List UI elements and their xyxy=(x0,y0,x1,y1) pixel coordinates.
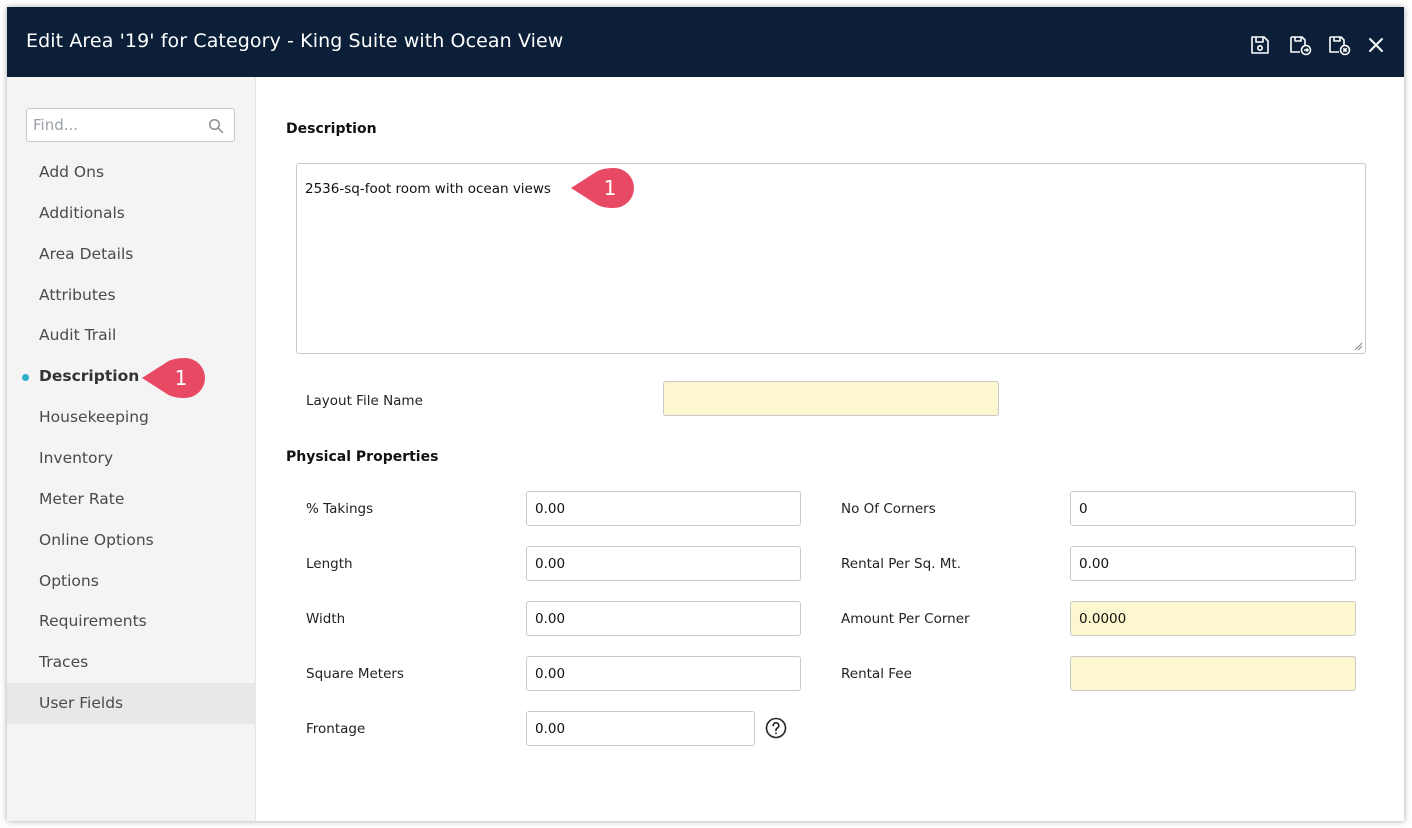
rental-fee-field[interactable] xyxy=(1070,656,1356,691)
layout-file-name-field[interactable] xyxy=(663,381,999,416)
save-and-new-icon[interactable] xyxy=(1288,33,1312,57)
no-of-corners-field[interactable]: 0 xyxy=(1070,491,1356,526)
sidebar-item-housekeeping[interactable]: Housekeeping xyxy=(7,397,256,438)
find-box xyxy=(26,108,235,142)
length-value: 0.00 xyxy=(535,556,566,572)
callout-number: 1 xyxy=(174,366,188,390)
no-of-corners-value: 0 xyxy=(1079,501,1088,517)
amount-per-corner-value: 0.0000 xyxy=(1079,611,1127,627)
square-meters-label: Square Meters xyxy=(306,666,404,682)
sidebar-item-user-fields[interactable]: User Fields xyxy=(7,683,256,724)
sidebar-item-label: Audit Trail xyxy=(39,326,117,344)
square-meters-value: 0.00 xyxy=(535,666,566,682)
sidebar-item-traces[interactable]: Traces xyxy=(7,642,256,683)
rental-per-sq-mt-value: 0.00 xyxy=(1079,556,1110,572)
width-label: Width xyxy=(306,611,346,627)
find-input[interactable] xyxy=(33,115,203,135)
sidebar-item-label: Area Details xyxy=(39,245,134,263)
sidebar-item-inventory[interactable]: Inventory xyxy=(7,438,256,479)
sidebar-item-description[interactable]: Description xyxy=(7,356,256,397)
sidebar-item-label: Meter Rate xyxy=(39,490,125,508)
sidebar-item-label: Add Ons xyxy=(39,163,105,181)
width-field[interactable]: 0.00 xyxy=(526,601,801,636)
sidebar-item-label: Description xyxy=(39,367,140,385)
description-text: 2536-sq-foot room with ocean views xyxy=(305,181,551,197)
save-icon[interactable] xyxy=(1248,33,1272,57)
layout-file-name-label: Layout File Name xyxy=(306,393,423,409)
sidebar-item-label: Online Options xyxy=(39,531,154,549)
sidebar-item-options[interactable]: Options xyxy=(7,561,256,602)
sidebar-item-area-details[interactable]: Area Details xyxy=(7,234,256,275)
sidebar-item-additionals[interactable]: Additionals xyxy=(7,193,256,234)
close-icon[interactable] xyxy=(1364,33,1388,57)
takings-field[interactable]: 0.00 xyxy=(526,491,801,526)
sidebar-item-label: Traces xyxy=(39,653,89,671)
main-content: Description 2536-sq-foot room with ocean… xyxy=(257,77,1404,821)
sidebar-item-label: Additionals xyxy=(39,204,125,222)
length-field[interactable]: 0.00 xyxy=(526,546,801,581)
frontage-value: 0.00 xyxy=(535,721,566,737)
callout-number: 1 xyxy=(603,176,617,200)
amount-per-corner-label: Amount Per Corner xyxy=(841,611,970,627)
description-section-title: Description xyxy=(286,121,377,137)
rental-per-sq-mt-field[interactable]: 0.00 xyxy=(1070,546,1356,581)
physical-properties-section-title: Physical Properties xyxy=(286,449,439,465)
sidebar-item-label: Requirements xyxy=(39,612,147,630)
takings-value: 0.00 xyxy=(535,501,566,517)
sidebar-item-add-ons[interactable]: Add Ons xyxy=(7,152,256,193)
callout-badge-description: 1 xyxy=(570,168,634,208)
sidebar-item-meter-rate[interactable]: Meter Rate xyxy=(7,479,256,520)
callout-badge-sidebar: 1 xyxy=(141,358,205,398)
rental-per-sq-mt-label: Rental Per Sq. Mt. xyxy=(841,556,962,572)
sidebar-item-label: Attributes xyxy=(39,286,116,304)
sidebar-item-requirements[interactable]: Requirements xyxy=(7,601,256,642)
sidebar: Add Ons Additionals Area Details Attribu… xyxy=(7,77,256,821)
description-textarea[interactable]: 2536-sq-foot room with ocean views xyxy=(296,163,1366,354)
sidebar-item-online-options[interactable]: Online Options xyxy=(7,520,256,561)
sidebar-item-attributes[interactable]: Attributes xyxy=(7,275,256,316)
width-value: 0.00 xyxy=(535,611,566,627)
edit-area-window: Edit Area '19' for Category - King Suite… xyxy=(7,7,1404,821)
sidebar-item-label: Housekeeping xyxy=(39,408,149,426)
title-bar: Edit Area '19' for Category - King Suite… xyxy=(7,7,1404,77)
takings-label: % Takings xyxy=(306,501,374,517)
search-icon[interactable] xyxy=(208,118,224,134)
rental-fee-label: Rental Fee xyxy=(841,666,912,682)
sidebar-item-audit-trail[interactable]: Audit Trail xyxy=(7,315,256,356)
save-and-close-icon[interactable] xyxy=(1327,33,1351,57)
sidebar-item-label: Options xyxy=(39,572,99,590)
frontage-field[interactable]: 0.00 xyxy=(526,711,755,746)
square-meters-field[interactable]: 0.00 xyxy=(526,656,801,691)
sidebar-item-label: User Fields xyxy=(39,694,124,712)
active-indicator xyxy=(22,374,29,381)
help-icon[interactable] xyxy=(765,717,787,739)
amount-per-corner-field[interactable]: 0.0000 xyxy=(1070,601,1356,636)
length-label: Length xyxy=(306,556,353,572)
frontage-label: Frontage xyxy=(306,721,366,737)
window-title: Edit Area '19' for Category - King Suite… xyxy=(26,30,564,52)
resize-grip-icon[interactable] xyxy=(1353,341,1363,351)
no-of-corners-label: No Of Corners xyxy=(841,501,936,517)
sidebar-item-label: Inventory xyxy=(39,449,114,467)
